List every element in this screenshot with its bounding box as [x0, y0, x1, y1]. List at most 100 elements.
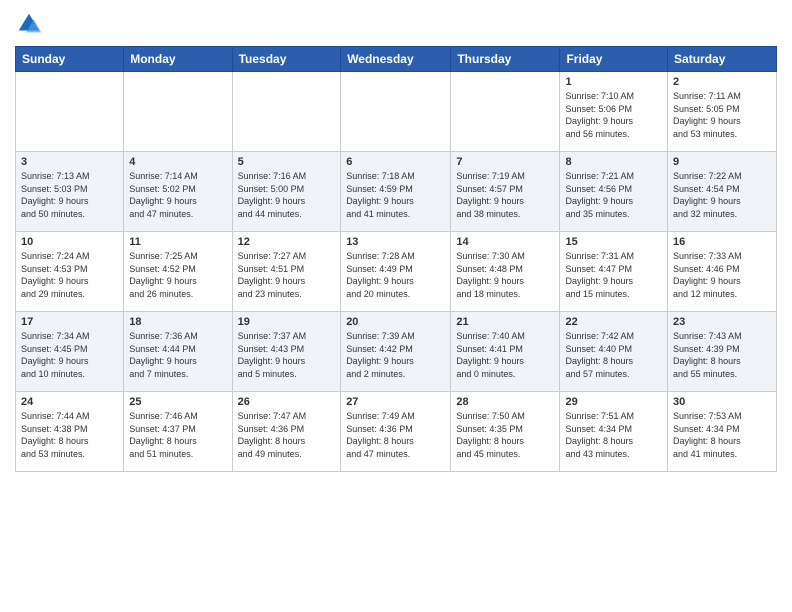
- day-number: 28: [456, 396, 554, 408]
- calendar-cell: 3 Sunrise: 7:13 AM Sunset: 5:03 PM Daylig…: [16, 152, 124, 232]
- calendar-cell: 17Sunrise: 7:34 AM Sunset: 4:45 PM Dayli…: [16, 312, 124, 392]
- day-info: Sunrise: 7:25 AM Sunset: 4:52 PM Dayligh…: [129, 250, 226, 300]
- day-number: 4: [129, 156, 226, 168]
- day-number: 8: [565, 156, 662, 168]
- calendar-week-4: 24 Sunrise: 7:44 AM Sunset: 4:38 PM Dayli…: [16, 392, 777, 472]
- day-info: Sunrise: 7:36 AM Sunset: 4:44 PM Dayligh…: [129, 330, 226, 380]
- day-number: 9: [673, 156, 771, 168]
- day-number: 14: [456, 236, 554, 248]
- day-info: Sunrise: 7:10 AM Sunset: 5:06 PM Dayligh…: [565, 90, 662, 140]
- calendar-header-sunday: Sunday: [16, 47, 124, 72]
- day-info: Sunrise: 7:44 AM Sunset: 4:38 PM Dayligh…: [21, 410, 118, 460]
- calendar-cell: 26Sunrise: 7:47 AM Sunset: 4:36 PM Dayli…: [232, 392, 341, 472]
- day-info: Sunrise: 7:39 AM Sunset: 4:42 PM Dayligh…: [346, 330, 445, 380]
- day-info: Sunrise: 7:14 AM Sunset: 5:02 PM Dayligh…: [129, 170, 226, 220]
- calendar-cell: 22 Sunrise: 7:42 AM Sunset: 4:40 PM Dayli…: [560, 312, 668, 392]
- day-number: 3: [21, 156, 118, 168]
- calendar-cell: 24 Sunrise: 7:44 AM Sunset: 4:38 PM Dayli…: [16, 392, 124, 472]
- day-number: 7: [456, 156, 554, 168]
- day-info: Sunrise: 7:27 AM Sunset: 4:51 PM Dayligh…: [238, 250, 336, 300]
- day-info: Sunrise: 7:49 AM Sunset: 4:36 PM Dayligh…: [346, 410, 445, 460]
- day-info: Sunrise: 7:31 AM Sunset: 4:47 PM Dayligh…: [565, 250, 662, 300]
- day-number: 6: [346, 156, 445, 168]
- calendar-cell: 10Sunrise: 7:24 AM Sunset: 4:53 PM Dayli…: [16, 232, 124, 312]
- calendar-cell: 14 Sunrise: 7:30 AM Sunset: 4:48 PM Dayli…: [451, 232, 560, 312]
- page: SundayMondayTuesdayWednesdayThursdayFrid…: [0, 0, 792, 612]
- day-number: 29: [565, 396, 662, 408]
- calendar-cell: 20 Sunrise: 7:39 AM Sunset: 4:42 PM Dayli…: [341, 312, 451, 392]
- calendar-cell: 12 Sunrise: 7:27 AM Sunset: 4:51 PM Dayli…: [232, 232, 341, 312]
- day-info: Sunrise: 7:30 AM Sunset: 4:48 PM Dayligh…: [456, 250, 554, 300]
- calendar-cell: 21 Sunrise: 7:40 AM Sunset: 4:41 PM Dayli…: [451, 312, 560, 392]
- calendar-cell: 16 Sunrise: 7:33 AM Sunset: 4:46 PM Dayli…: [668, 232, 777, 312]
- day-number: 16: [673, 236, 771, 248]
- calendar-cell: [232, 72, 341, 152]
- calendar-cell: 28 Sunrise: 7:50 AM Sunset: 4:35 PM Dayli…: [451, 392, 560, 472]
- day-info: Sunrise: 7:28 AM Sunset: 4:49 PM Dayligh…: [346, 250, 445, 300]
- day-info: Sunrise: 7:22 AM Sunset: 4:54 PM Dayligh…: [673, 170, 771, 220]
- day-info: Sunrise: 7:16 AM Sunset: 5:00 PM Dayligh…: [238, 170, 336, 220]
- day-info: Sunrise: 7:24 AM Sunset: 4:53 PM Dayligh…: [21, 250, 118, 300]
- logo-icon: [15, 10, 43, 38]
- calendar-header-row: SundayMondayTuesdayWednesdayThursdayFrid…: [16, 47, 777, 72]
- calendar-cell: 29 Sunrise: 7:51 AM Sunset: 4:34 PM Dayli…: [560, 392, 668, 472]
- calendar-cell: 7Sunrise: 7:19 AM Sunset: 4:57 PM Daylig…: [451, 152, 560, 232]
- calendar-header-monday: Monday: [124, 47, 232, 72]
- calendar-cell: [124, 72, 232, 152]
- calendar-table: SundayMondayTuesdayWednesdayThursdayFrid…: [15, 46, 777, 472]
- calendar-cell: [451, 72, 560, 152]
- day-number: 25: [129, 396, 226, 408]
- calendar-cell: 5 Sunrise: 7:16 AM Sunset: 5:00 PM Daylig…: [232, 152, 341, 232]
- calendar-header-tuesday: Tuesday: [232, 47, 341, 72]
- day-number: 2: [673, 76, 771, 88]
- header: [15, 10, 777, 38]
- day-info: Sunrise: 7:51 AM Sunset: 4:34 PM Dayligh…: [565, 410, 662, 460]
- calendar-header-wednesday: Wednesday: [341, 47, 451, 72]
- calendar-header-thursday: Thursday: [451, 47, 560, 72]
- day-number: 12: [238, 236, 336, 248]
- day-info: Sunrise: 7:46 AM Sunset: 4:37 PM Dayligh…: [129, 410, 226, 460]
- day-number: 5: [238, 156, 336, 168]
- calendar-week-1: 3 Sunrise: 7:13 AM Sunset: 5:03 PM Daylig…: [16, 152, 777, 232]
- day-number: 15: [565, 236, 662, 248]
- day-number: 19: [238, 316, 336, 328]
- day-number: 20: [346, 316, 445, 328]
- calendar-cell: 1 Sunrise: 7:10 AM Sunset: 5:06 PM Daylig…: [560, 72, 668, 152]
- calendar-cell: 6 Sunrise: 7:18 AM Sunset: 4:59 PM Daylig…: [341, 152, 451, 232]
- day-number: 1: [565, 76, 662, 88]
- day-number: 23: [673, 316, 771, 328]
- day-info: Sunrise: 7:18 AM Sunset: 4:59 PM Dayligh…: [346, 170, 445, 220]
- day-info: Sunrise: 7:40 AM Sunset: 4:41 PM Dayligh…: [456, 330, 554, 380]
- day-info: Sunrise: 7:13 AM Sunset: 5:03 PM Dayligh…: [21, 170, 118, 220]
- day-number: 11: [129, 236, 226, 248]
- calendar-cell: [16, 72, 124, 152]
- day-info: Sunrise: 7:50 AM Sunset: 4:35 PM Dayligh…: [456, 410, 554, 460]
- calendar-cell: 23 Sunrise: 7:43 AM Sunset: 4:39 PM Dayli…: [668, 312, 777, 392]
- calendar-cell: 19Sunrise: 7:37 AM Sunset: 4:43 PM Dayli…: [232, 312, 341, 392]
- day-info: Sunrise: 7:42 AM Sunset: 4:40 PM Dayligh…: [565, 330, 662, 380]
- day-number: 24: [21, 396, 118, 408]
- calendar-cell: 9 Sunrise: 7:22 AM Sunset: 4:54 PM Daylig…: [668, 152, 777, 232]
- day-number: 22: [565, 316, 662, 328]
- calendar-header-friday: Friday: [560, 47, 668, 72]
- day-info: Sunrise: 7:11 AM Sunset: 5:05 PM Dayligh…: [673, 90, 771, 140]
- calendar-cell: 15 Sunrise: 7:31 AM Sunset: 4:47 PM Dayli…: [560, 232, 668, 312]
- calendar-week-3: 17Sunrise: 7:34 AM Sunset: 4:45 PM Dayli…: [16, 312, 777, 392]
- day-number: 21: [456, 316, 554, 328]
- day-number: 18: [129, 316, 226, 328]
- calendar-cell: 2 Sunrise: 7:11 AM Sunset: 5:05 PM Daylig…: [668, 72, 777, 152]
- calendar-week-2: 10Sunrise: 7:24 AM Sunset: 4:53 PM Dayli…: [16, 232, 777, 312]
- calendar-cell: 11 Sunrise: 7:25 AM Sunset: 4:52 PM Dayli…: [124, 232, 232, 312]
- day-info: Sunrise: 7:43 AM Sunset: 4:39 PM Dayligh…: [673, 330, 771, 380]
- day-info: Sunrise: 7:21 AM Sunset: 4:56 PM Dayligh…: [565, 170, 662, 220]
- calendar-cell: 13 Sunrise: 7:28 AM Sunset: 4:49 PM Dayli…: [341, 232, 451, 312]
- calendar-header-saturday: Saturday: [668, 47, 777, 72]
- calendar-cell: 25 Sunrise: 7:46 AM Sunset: 4:37 PM Dayli…: [124, 392, 232, 472]
- day-number: 13: [346, 236, 445, 248]
- calendar-cell: 8 Sunrise: 7:21 AM Sunset: 4:56 PM Daylig…: [560, 152, 668, 232]
- day-number: 30: [673, 396, 771, 408]
- logo: [15, 10, 47, 38]
- day-info: Sunrise: 7:33 AM Sunset: 4:46 PM Dayligh…: [673, 250, 771, 300]
- day-number: 26: [238, 396, 336, 408]
- day-number: 17: [21, 316, 118, 328]
